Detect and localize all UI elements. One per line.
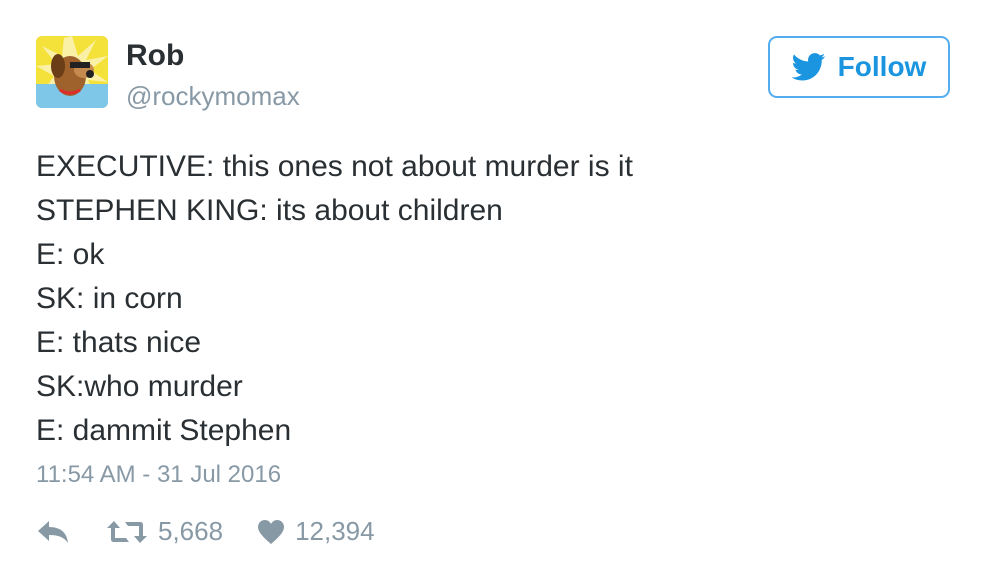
follow-button-label: Follow (837, 51, 927, 82)
tweet-timestamp[interactable]: 11:54 AM - 31 Jul 2016 (36, 460, 281, 490)
tweet-line: E: dammit Stephen (36, 414, 292, 447)
twitter-bird-icon (791, 53, 825, 81)
user-display-name[interactable]: Rob (126, 38, 184, 74)
tweet-line: SK:who murder (36, 370, 243, 403)
follow-button[interactable]: Follow (768, 36, 950, 98)
reply-button[interactable] (36, 519, 70, 545)
heart-icon (258, 519, 285, 544)
tweet-text: EXECUTIVE: this ones not about murder is… (36, 145, 633, 453)
tweet-line: E: ok (36, 238, 105, 271)
dog-avatar-icon (36, 36, 108, 108)
user-handle[interactable]: @rockymomax (126, 80, 300, 112)
tweet-line: EXECUTIVE: this ones not about murder is… (36, 150, 633, 183)
tweet-actions: 5,668 12,394 (36, 516, 375, 547)
tweet-line: STEPHEN KING: its about children (36, 194, 503, 227)
tweet-line: SK: in corn (36, 282, 183, 315)
like-button[interactable]: 12,394 (257, 516, 375, 547)
avatar[interactable] (36, 36, 108, 108)
tweet-line: E: thats nice (36, 326, 202, 359)
retweet-count: 5,668 (158, 516, 224, 546)
retweet-button[interactable]: 5,668 (106, 516, 223, 547)
like-count: 12,394 (295, 516, 375, 546)
retweet-icon (107, 520, 147, 543)
reply-icon (38, 520, 68, 543)
